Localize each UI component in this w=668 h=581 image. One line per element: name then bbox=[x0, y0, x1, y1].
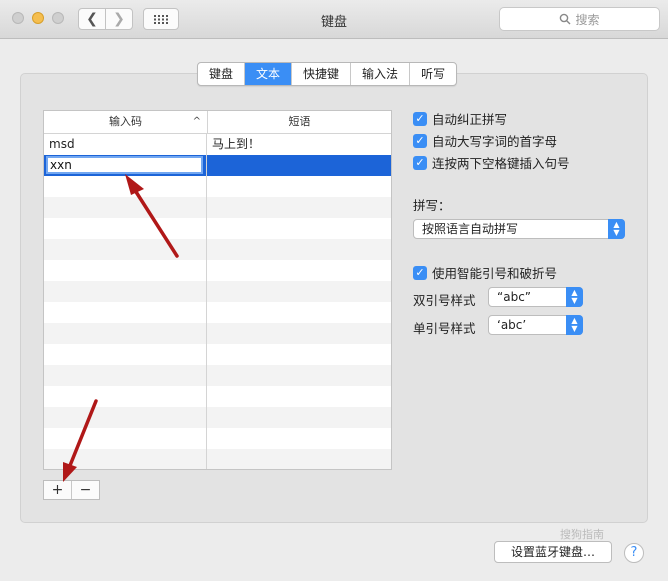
red-arrow-icon bbox=[125, 174, 179, 258]
red-arrow-icon bbox=[63, 399, 98, 482]
annotation-arrows bbox=[63, 174, 179, 482]
